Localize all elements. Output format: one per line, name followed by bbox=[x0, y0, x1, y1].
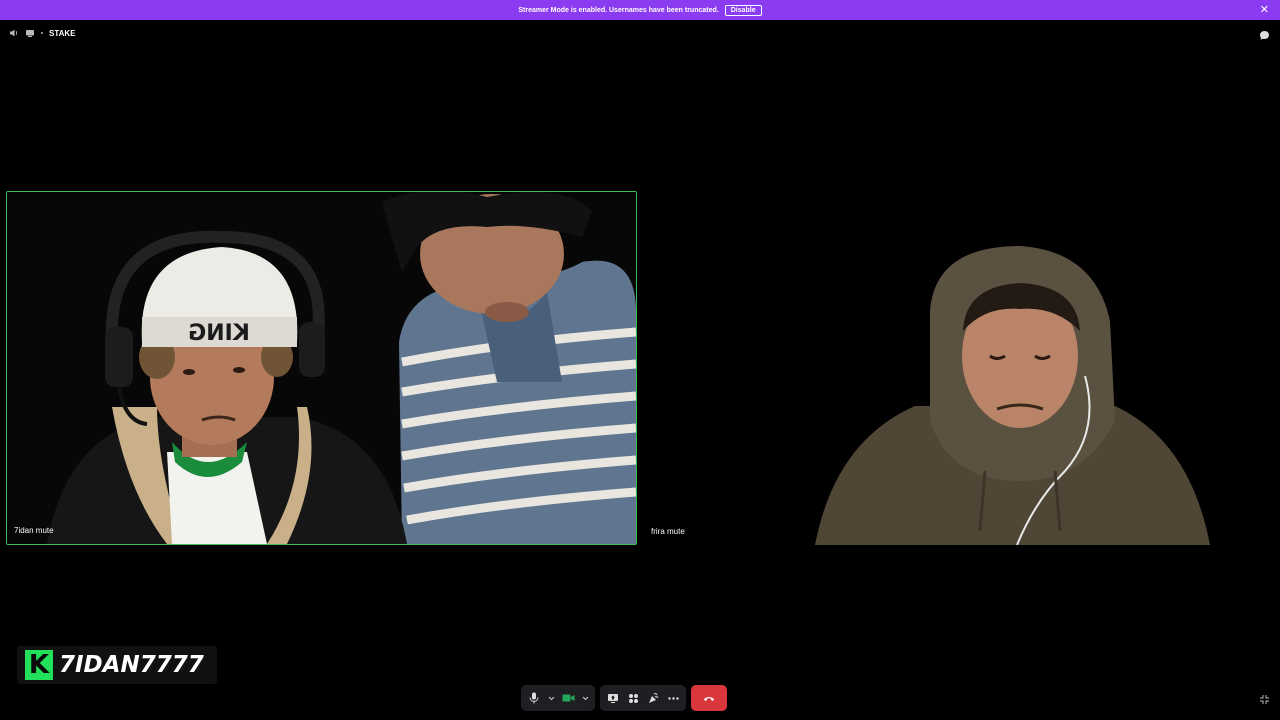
separator-dot bbox=[41, 32, 43, 34]
camera-icon[interactable] bbox=[561, 691, 575, 705]
activities-icon[interactable] bbox=[626, 691, 640, 705]
kick-logo-icon: K bbox=[25, 650, 53, 680]
call-header: STAKE bbox=[9, 28, 76, 38]
soundboard-icon[interactable] bbox=[646, 691, 660, 705]
video-feed-7idan: KING bbox=[7, 192, 636, 544]
brand-name: 7IDAN7777 bbox=[59, 652, 204, 678]
more-icon[interactable] bbox=[666, 691, 680, 705]
tools-control-group bbox=[600, 685, 686, 711]
chat-icon[interactable] bbox=[1259, 28, 1270, 40]
disable-button[interactable]: Disable bbox=[724, 4, 762, 16]
call-controls bbox=[521, 685, 727, 711]
video-feed-frira bbox=[645, 191, 1275, 545]
streamer-mode-banner: Streamer Mode is enabled. Usernames have… bbox=[0, 0, 1280, 20]
chevron-down-icon[interactable] bbox=[547, 691, 555, 705]
video-tile-frira[interactable]: frira mute bbox=[645, 191, 1275, 545]
microphone-icon[interactable] bbox=[527, 691, 541, 705]
video-tile-7idan[interactable]: KING 7idan mute bbox=[6, 191, 637, 545]
end-call-button[interactable] bbox=[691, 685, 727, 711]
streamer-brand-overlay: K 7IDAN7777 bbox=[17, 646, 217, 684]
close-icon[interactable]: ✕ bbox=[1260, 3, 1269, 17]
screen-share-icon[interactable] bbox=[606, 691, 620, 705]
mic-control-group bbox=[521, 685, 595, 711]
channel-icon bbox=[25, 28, 35, 38]
volume-icon bbox=[9, 28, 19, 38]
participant-name: frira mute bbox=[651, 527, 685, 536]
svg-text:KING: KING bbox=[188, 321, 250, 346]
channel-name[interactable]: STAKE bbox=[49, 29, 76, 38]
fullscreen-exit-icon[interactable] bbox=[1259, 692, 1270, 704]
banner-text: Streamer Mode is enabled. Usernames have… bbox=[518, 6, 719, 14]
chevron-down-icon[interactable] bbox=[581, 691, 589, 705]
end-call-icon bbox=[704, 696, 714, 701]
participant-name: 7idan mute bbox=[14, 526, 54, 535]
